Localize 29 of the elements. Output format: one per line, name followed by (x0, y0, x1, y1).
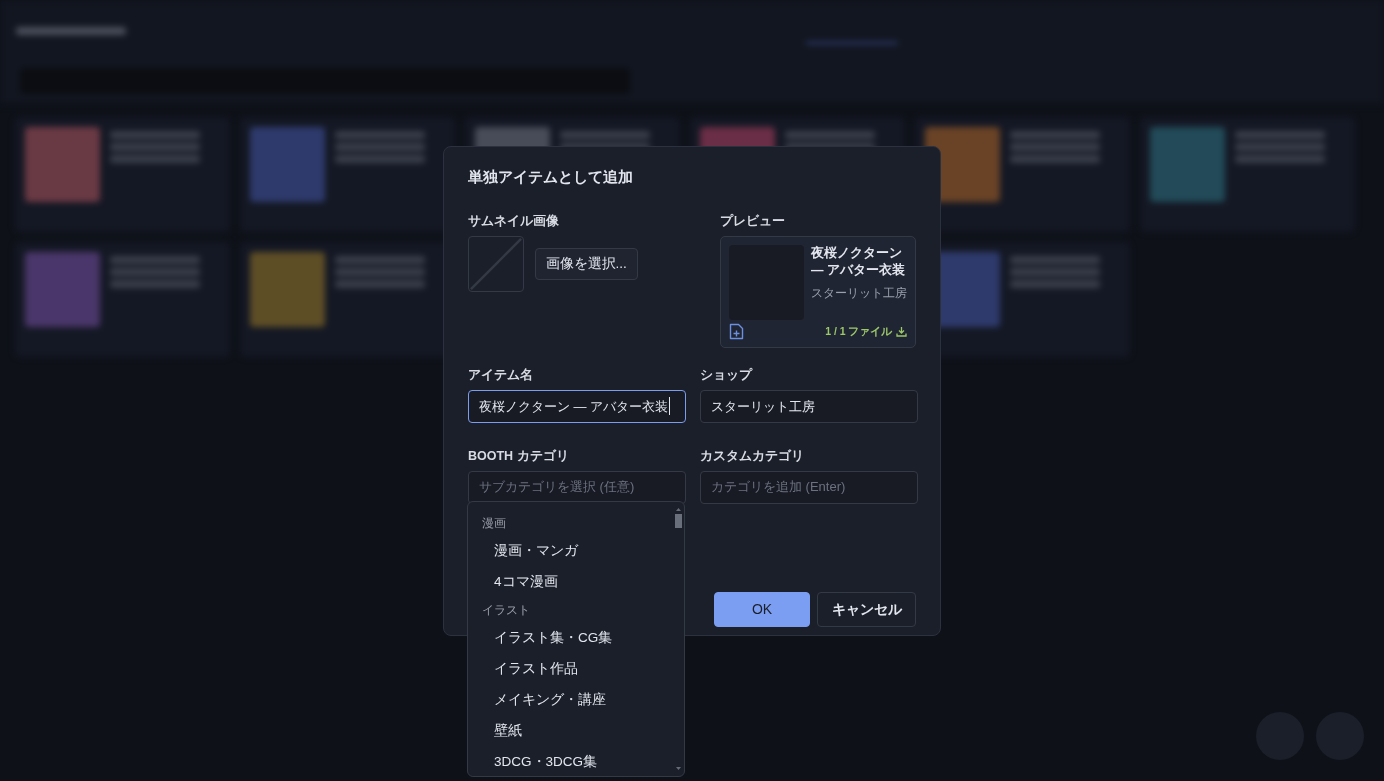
dropdown-field[interactable]: カテゴリを追加 (Enter) (700, 470, 918, 504)
download-icon (896, 326, 907, 338)
group-header: 漫画 (481, 515, 507, 532)
text-field[interactable]: スターリット工房 (700, 389, 918, 423)
field-label: プレビュー (720, 213, 785, 231)
file-count: 1 / 1 ファイル (825, 323, 893, 339)
field-label: カスタムカテゴリ (700, 447, 804, 465)
cancel-button[interactable]: キャンセル (817, 591, 916, 627)
dropdown-option[interactable]: メイキング・講座 (468, 684, 684, 715)
dropdown-option[interactable]: 3DCG・3DCG集 (468, 746, 684, 776)
select-image-button[interactable]: 画像を選択... (534, 248, 638, 281)
dropdown-field[interactable]: サブカテゴリを選択 (任意) (468, 470, 686, 504)
dropdown-option[interactable]: イラスト作品 (468, 653, 684, 684)
field-label: サムネイル画像 (468, 213, 559, 231)
dialog-title: 単独アイテムとして追加 (468, 169, 634, 187)
dropdown-option[interactable]: イラスト集・CG集 (468, 622, 684, 653)
field-label: BOOTH カテゴリ (468, 447, 569, 465)
dropdown-option[interactable]: 漫画・マンガ (468, 535, 684, 566)
field-label: ショップ (700, 367, 752, 385)
empty-thumbnail-icon (468, 236, 524, 293)
group-header: イラスト (481, 602, 531, 619)
field-label: アイテム名 (468, 367, 533, 385)
text-field[interactable]: 夜桜ノクターン — アバター衣装 (468, 389, 686, 423)
file-plus-icon (729, 323, 744, 341)
preview-title: 夜桜ノクターン — アバター衣装 (811, 245, 906, 279)
dropdown-option[interactable]: 壁紙 (468, 715, 684, 746)
dropdown-option[interactable]: 4コマ漫画 (468, 566, 684, 597)
ok-button[interactable]: OK (714, 591, 810, 627)
preview-shop: スターリット工房 (811, 285, 908, 301)
